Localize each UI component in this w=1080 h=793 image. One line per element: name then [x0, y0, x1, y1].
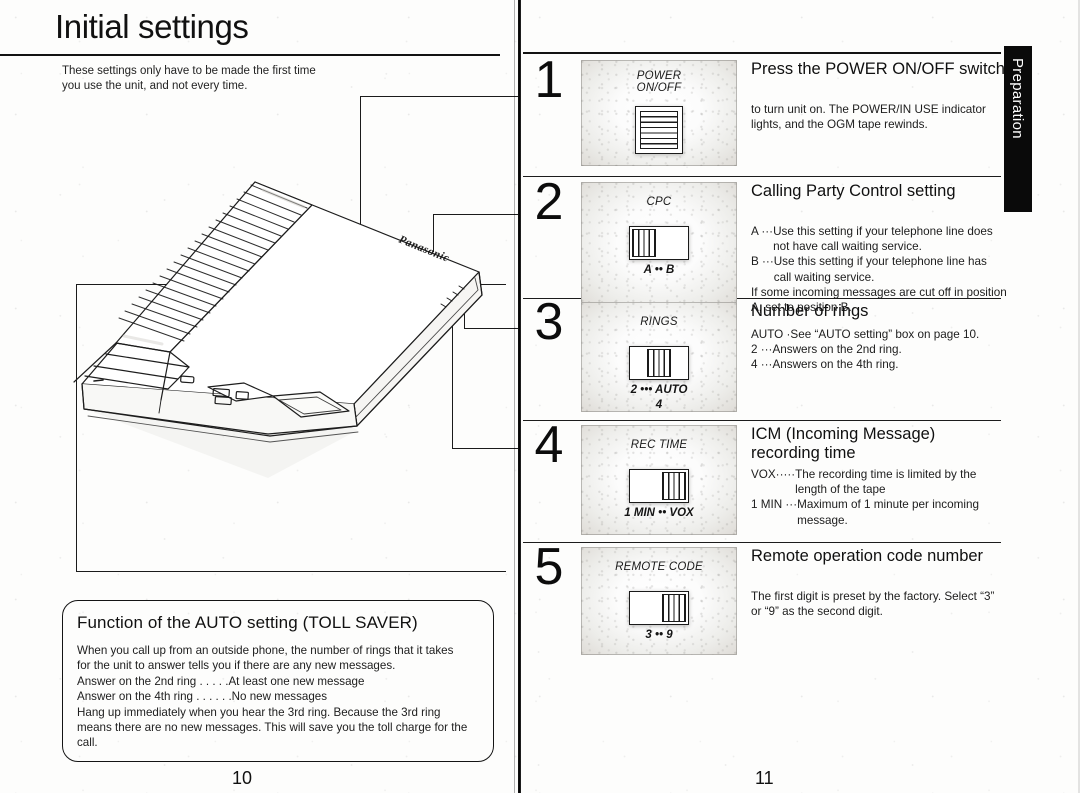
- auto-setting-line: for the unit to answer tells you if ther…: [77, 659, 396, 673]
- switch-photo-panel: CPC A •• B: [581, 182, 737, 308]
- auto-setting-line: call.: [77, 736, 98, 750]
- step-number: 1: [534, 51, 564, 109]
- auto-setting-line: When you call up from an outside phone, …: [77, 644, 454, 657]
- power-rocker-switch[interactable]: [635, 106, 683, 154]
- step-body-value: See “AUTO setting” box on page 10.: [790, 328, 980, 341]
- step-body-row: B ··· Use this setting if your telephone …: [751, 254, 1007, 284]
- title-underline: [0, 54, 500, 56]
- step-body-value: Answers on the 4th ring.: [772, 358, 899, 372]
- switch-photo-panel: RINGS 2 ••• AUTO 4: [581, 302, 737, 412]
- step-body: The first digit is preset by the factory…: [751, 589, 1007, 619]
- step-body-row: 1 MIN ··· Maximum of 1 minute per incomin…: [751, 497, 1007, 527]
- page-gutter: [518, 0, 521, 793]
- step-heading: Number of rings: [751, 302, 869, 320]
- step-body-key: A ···: [751, 225, 774, 238]
- step-body-value: Answers on the 2nd ring.: [772, 343, 902, 357]
- switch-position-labels: 3 •• 9: [645, 629, 673, 641]
- page-title: Initial settings: [55, 8, 249, 45]
- switch-photo-panel: REC TIME 1 MIN •• VOX: [581, 425, 737, 535]
- slide-switch-knob[interactable]: [632, 229, 656, 257]
- step-body: VOX····· The recording time is limited by…: [751, 467, 1007, 528]
- auto-setting-title: Function of the AUTO setting (TOLL SAVER…: [77, 613, 418, 632]
- step-body-value: Maximum of 1 minute per incoming message…: [797, 498, 979, 527]
- auto-setting-line: Answer on the 4th ring . . . . . .No new…: [77, 690, 328, 704]
- slide-switch[interactable]: [629, 591, 689, 625]
- step-heading: Press the POWER ON/OFF switch: [751, 60, 1005, 78]
- right-page-top-rule: [523, 52, 1001, 54]
- step-body-value: The recording time is limited by the len…: [795, 468, 977, 497]
- switch-position-labels: 1 MIN •• VOX: [624, 507, 694, 519]
- manual-page: Initial settings These settings only hav…: [0, 0, 1080, 793]
- step-body-key: VOX·····: [751, 468, 796, 481]
- step-body-key: 1 MIN ···: [751, 498, 798, 512]
- section-tab-label: Preparation: [1009, 58, 1026, 139]
- slide-switch[interactable]: [629, 226, 689, 260]
- page-number-right: 11: [755, 768, 774, 788]
- step-number: 2: [534, 173, 564, 231]
- intro-paragraph: These settings only have to be made the …: [62, 65, 316, 92]
- power-rocker-ribs: [640, 111, 678, 149]
- switch-position-labels: A •• B: [643, 264, 675, 276]
- step-body: to turn unit on. The POWER/IN USE indica…: [751, 102, 1007, 132]
- step-body-row: VOX····· The recording time is limited by…: [751, 467, 1007, 497]
- step-body-row: 2 ··· Answers on the 2nd ring.: [751, 342, 1007, 357]
- step-body-key: B ···: [751, 255, 774, 269]
- auto-setting-body: When you call up from an outside phone, …: [77, 643, 481, 751]
- step-body-value: to turn unit on. The POWER/IN USE indica…: [751, 103, 986, 132]
- step-body-key: 2 ···: [751, 343, 773, 357]
- answering-machine-illustration: Panasonic: [58, 160, 498, 490]
- step-heading: ICM (Incoming Message) recording time: [751, 425, 936, 462]
- step-divider-rule: [523, 420, 1001, 422]
- step-body-value: The first digit is preset by the factory…: [751, 590, 995, 619]
- step-body-row: to turn unit on. The POWER/IN USE indica…: [751, 102, 1007, 132]
- section-tab-preparation: Preparation: [1004, 46, 1032, 212]
- step-body-row: The first digit is preset by the factory…: [751, 589, 1007, 619]
- leader-line-step1-h: [360, 96, 518, 98]
- slide-switch[interactable]: [629, 346, 689, 380]
- switch-label: REMOTE CODE: [615, 561, 703, 573]
- auto-setting-line: Hang up immediately when you hear the 3r…: [77, 705, 441, 719]
- slide-switch-knob[interactable]: [662, 594, 686, 622]
- step-divider-rule: [523, 176, 1001, 178]
- step-body-value: Use this setting if your telephone line …: [773, 255, 987, 284]
- step-number: 5: [534, 538, 564, 596]
- step-body-key: AUTO ·: [751, 328, 791, 341]
- slide-switch[interactable]: [629, 469, 689, 503]
- switch-label: CPC: [646, 196, 672, 208]
- switch-position-labels: 2 ••• AUTO: [630, 384, 688, 396]
- switch-label: REC TIME: [630, 439, 688, 451]
- step-heading: Calling Party Control setting: [751, 182, 956, 200]
- page-number-left: 10: [232, 768, 253, 788]
- step-body-value: Use this setting if your telephone line …: [773, 225, 993, 254]
- switch-label: POWER ON/OFF: [636, 70, 682, 94]
- step-body-row: 4 ··· Answers on the 4th ring.: [751, 357, 1007, 372]
- slide-switch-knob[interactable]: [662, 472, 686, 500]
- step-body-key: 4 ···: [751, 358, 773, 372]
- auto-setting-line: Answer on the 2nd ring . . . . .At least…: [77, 674, 365, 688]
- auto-setting-line: means there are no new messages. This wi…: [77, 721, 468, 735]
- switch-label: RINGS: [640, 316, 678, 328]
- switch-photo-panel: POWER ON/OFF: [581, 60, 737, 166]
- step-body-row: AUTO · See “AUTO setting” box on page 10.: [751, 327, 1007, 342]
- step-body-row: A ··· Use this setting if your telephone …: [751, 224, 1007, 254]
- slide-switch-knob[interactable]: [647, 349, 671, 377]
- switch-photo-panel: REMOTE CODE 3 •• 9: [581, 547, 737, 655]
- step-body: AUTO · See “AUTO setting” box on page 10.…: [751, 327, 1007, 373]
- step-number: 4: [534, 416, 564, 474]
- step-number: 3: [534, 293, 564, 351]
- step-heading: Remote operation code number: [751, 547, 984, 565]
- auto-setting-callout: Function of the AUTO setting (TOLL SAVER…: [62, 600, 494, 762]
- page-gutter-shadow: [514, 0, 515, 793]
- step-divider-rule: [523, 542, 1001, 544]
- switch-position-sublabel: 4: [655, 399, 663, 411]
